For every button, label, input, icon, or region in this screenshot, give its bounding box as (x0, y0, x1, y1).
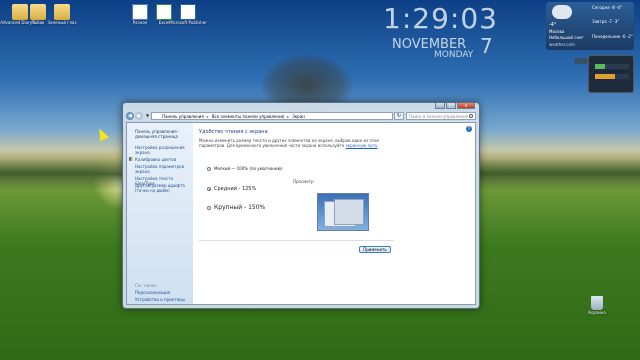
maximize-button[interactable]: □ (446, 103, 456, 109)
navigation-bar: ◀ ▶ ▼ Панель управления ▸ Все элементы п… (123, 110, 479, 121)
size-option-medium[interactable]: Средний - 125% (207, 186, 256, 192)
page-description: Можно изменить размер текста и других эл… (199, 138, 389, 148)
close-button[interactable]: ✕ (457, 103, 475, 109)
back-button[interactable]: ◀ (126, 111, 134, 120)
mini-gadget[interactable] (574, 58, 588, 64)
radio-large[interactable] (207, 205, 211, 210)
see-also-title: См. также (135, 283, 157, 288)
content-area: Удобство чтения с экрана Можно изменить … (199, 129, 469, 304)
adjust-resolution-link[interactable]: Настройка разрешения экрана (135, 145, 191, 155)
forecast-range: -8 -4° (610, 5, 623, 10)
calibrate-color-link[interactable]: Калибровка цветов (129, 157, 191, 162)
radio-medium[interactable] (207, 187, 211, 191)
breadcrumb-separator: ▸ (206, 113, 209, 119)
divider (199, 240, 394, 241)
custom-dpi-link[interactable]: Другой размер шрифта (точки на дюйм) (135, 183, 191, 193)
weather-gadget[interactable]: -4° Москва Небольшой снег weather.com Се… (546, 2, 634, 50)
desktop-icon-label: Microsoft Publisher (169, 20, 207, 25)
cpu-bar (595, 64, 629, 69)
address-bar[interactable]: Панель управления ▸ Все элементы панели … (151, 111, 393, 120)
option-label: Крупный - 150% (214, 204, 266, 211)
folder-icon (54, 4, 70, 20)
display-settings-link[interactable]: Настройка параметров экрана (135, 164, 191, 174)
devices-printers-link[interactable]: Устройства и принтеры (135, 297, 191, 302)
weather-source[interactable]: weather.com (549, 42, 575, 47)
refresh-button[interactable]: ↻ (394, 111, 404, 120)
clock-time: 1:29:03 (383, 2, 498, 35)
forecast-day: Завтра -7 -3° (592, 19, 619, 24)
size-option-large[interactable]: Крупный - 150% (207, 204, 265, 211)
breadcrumb-display[interactable]: Экран (292, 113, 305, 119)
mouse-cursor-icon (94, 126, 110, 142)
desktop-icon-publisher[interactable]: Microsoft Publisher (168, 4, 208, 25)
ram-bar (595, 74, 629, 79)
cpu-meter-gadget[interactable] (588, 55, 634, 93)
desktop-icon-label: Зеленый глаз (47, 20, 77, 25)
clock-weekday: MONDAY (434, 50, 474, 60)
forecast-day-name: Завтра (592, 19, 607, 24)
forecast-range: -7 -3° (607, 19, 620, 24)
desktop-icon-folder-3[interactable]: Зеленый глаз (42, 4, 82, 25)
option-label: Средний - 125% (214, 186, 257, 192)
left-task-pane: Панель управления - домашняя страница На… (127, 123, 193, 304)
weather-city: Москва (549, 29, 565, 34)
recycle-bin-label: Корзина (588, 310, 606, 315)
forecast-range: -6 -2° (621, 34, 633, 39)
search-input[interactable]: Поиск в панели управления (406, 111, 476, 120)
forward-button[interactable]: ▶ (135, 111, 143, 120)
option-label: Мелкий — 100% (по умолчанию) (214, 166, 283, 171)
admin-shield-icon (129, 157, 133, 161)
snow-cloud-icon (552, 5, 572, 19)
breadcrumb-all-items[interactable]: Все элементы панели управления (212, 113, 284, 119)
calibrate-color-label: Калибровка цветов (135, 157, 177, 162)
weather-temp: -4° (549, 22, 557, 28)
minimize-button[interactable]: – (435, 103, 445, 109)
title-bar[interactable]: – □ ✕ (123, 103, 479, 110)
preview-window-front (334, 199, 364, 225)
page-title: Удобство чтения с экрана (199, 129, 268, 135)
forecast-day-name: Сегодня (592, 5, 610, 10)
preview-label: Просмотр (293, 179, 314, 184)
radio-small[interactable] (207, 166, 211, 171)
display-control-panel-window[interactable]: – □ ✕ ◀ ▶ ▼ Панель управления ▸ Все элем… (122, 102, 480, 309)
apply-button[interactable]: Применить (359, 246, 391, 253)
clock-day: 7 (480, 34, 493, 58)
search-icon (469, 113, 473, 118)
caption-buttons: – □ ✕ (435, 103, 475, 109)
forecast-day-name: Понедельник (592, 34, 621, 39)
breadcrumb-separator: ▸ (287, 113, 290, 119)
breadcrumb-control-panel[interactable]: Панель управления (162, 113, 204, 119)
weather-condition: Небольшой снег (549, 35, 584, 40)
recycle-bin[interactable]: Корзина (585, 296, 609, 315)
clock-gadget[interactable]: 1:29:03 NOVEMBER 7 MONDAY (374, 2, 498, 61)
recycle-bin-icon (591, 296, 603, 310)
search-placeholder: Поиск в панели управления (409, 113, 469, 119)
forecast-day: Сегодня -8 -4° (592, 5, 622, 10)
forecast-day: Понедельник -6 -2° (592, 34, 633, 39)
publisher-icon (180, 4, 196, 20)
recent-pages-arrow[interactable]: ▼ (146, 113, 149, 118)
personalization-link[interactable]: Персонализация (135, 290, 191, 295)
preview-image (317, 193, 369, 231)
size-option-small[interactable]: Мелкий — 100% (по умолчанию) (207, 166, 283, 171)
magnifier-link[interactable]: экранную лупу (346, 143, 378, 148)
control-panel-home-link[interactable]: Панель управления - домашняя страница (135, 129, 191, 139)
window-client-area: ? Панель управления - домашняя страница … (126, 122, 476, 305)
